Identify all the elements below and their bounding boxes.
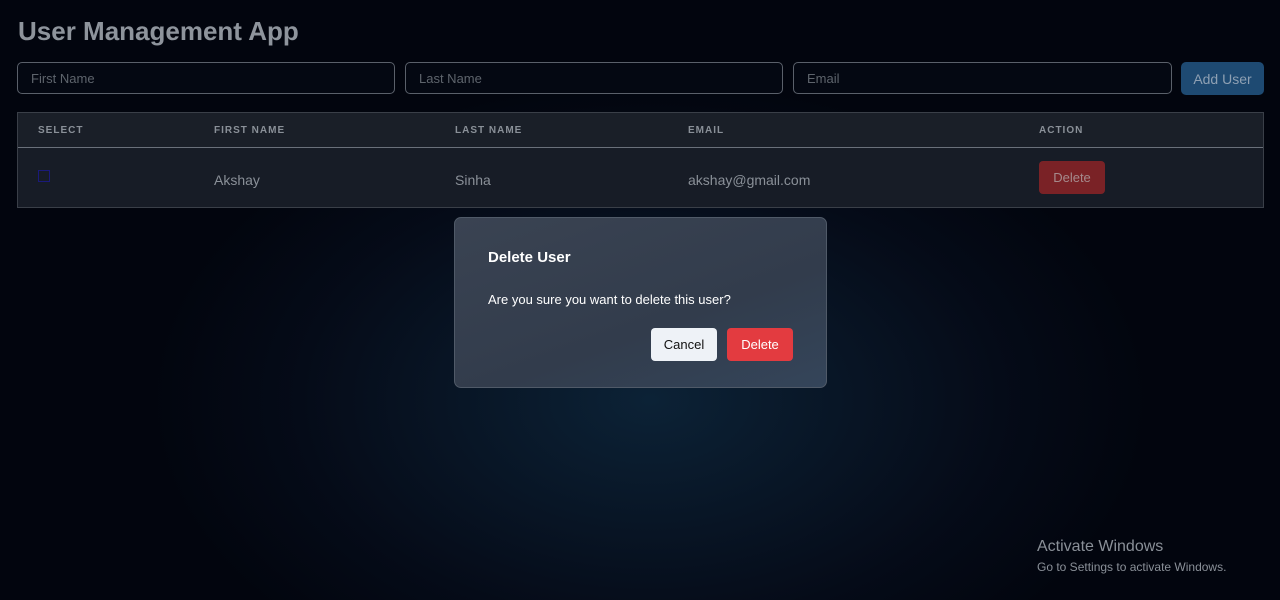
header-email: EMAIL	[688, 125, 725, 136]
table-row: Akshay Sinha akshay@gmail.com Delete	[18, 148, 1263, 208]
header-last-name: LAST NAME	[455, 125, 523, 136]
header-select: SELECT	[38, 125, 84, 136]
header-first-name: FIRST NAME	[214, 125, 286, 136]
dialog-message: Are you sure you want to delete this use…	[488, 292, 731, 307]
delete-user-dialog: Delete User Are you sure you want to del…	[454, 217, 827, 388]
last-name-input[interactable]	[405, 62, 783, 94]
add-user-button[interactable]: Add User	[1181, 62, 1264, 95]
dialog-title: Delete User	[488, 249, 571, 266]
header-action: ACTION	[1039, 125, 1084, 136]
table-header: SELECT FIRST NAME LAST NAME EMAIL ACTION	[18, 113, 1263, 148]
cell-first-name: Akshay	[214, 172, 260, 188]
first-name-input[interactable]	[17, 62, 395, 94]
activation-watermark-title: Activate Windows	[1037, 538, 1164, 555]
email-input[interactable]	[793, 62, 1172, 94]
activation-watermark-subtitle: Go to Settings to activate Windows.	[1037, 560, 1227, 574]
users-table: SELECT FIRST NAME LAST NAME EMAIL ACTION…	[17, 112, 1264, 208]
confirm-delete-button[interactable]: Delete	[727, 328, 793, 361]
row-delete-button[interactable]: Delete	[1039, 161, 1105, 194]
cell-email: akshay@gmail.com	[688, 172, 811, 188]
cancel-button[interactable]: Cancel	[651, 328, 717, 361]
page-title: User Management App	[18, 16, 299, 46]
select-checkbox[interactable]	[38, 170, 50, 182]
cell-last-name: Sinha	[455, 172, 491, 188]
